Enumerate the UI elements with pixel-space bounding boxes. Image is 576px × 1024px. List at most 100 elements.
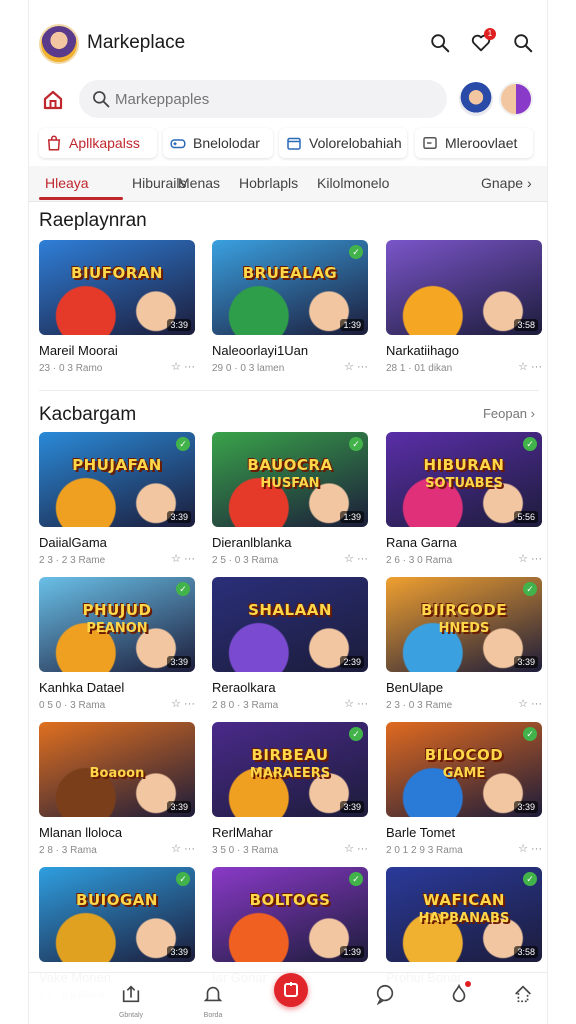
nav-scroll-top[interactable] bbox=[503, 983, 543, 1010]
game-card[interactable]: BIIRGODE HNEDS ✓ 3:39 BenUlape 2 3 · 0 3 Rame… bbox=[386, 577, 542, 711]
duration-badge: 3:39 bbox=[167, 946, 191, 958]
game-thumbnail[interactable]: WAFICAN HAPBANABS ✓ 3:58 bbox=[386, 867, 542, 962]
star-icon[interactable]: ☆ bbox=[344, 553, 354, 565]
game-thumbnail[interactable]: PHUJUD PEANON ✓ 3:39 bbox=[39, 577, 195, 672]
thumbnail-title: BRUEALAG bbox=[242, 264, 338, 282]
create-button[interactable] bbox=[274, 973, 308, 1007]
game-thumbnail[interactable]: BIIRGODE HNEDS ✓ 3:39 bbox=[386, 577, 542, 672]
game-meta: 3 5 0 · 3 Rama bbox=[212, 845, 279, 856]
tab-more[interactable]: Gnape › bbox=[481, 175, 532, 191]
nav-trending[interactable] bbox=[439, 983, 479, 1010]
nav-upload[interactable]: Gbntaly bbox=[111, 983, 151, 1019]
nav-chat[interactable] bbox=[365, 983, 405, 1010]
more-icon[interactable]: ··· bbox=[184, 843, 195, 855]
game-thumbnail[interactable]: BOLTOGS ✓ 1:39 bbox=[212, 867, 368, 962]
game-card[interactable]: BRUEALAG ✓ 1:39 Naleoorlayi1Uan 29 0 · 0 3 l… bbox=[212, 240, 368, 374]
tab-bar: Hleaya Hiburails Menas Hobrlapls Kilolmo… bbox=[29, 166, 547, 202]
game-card[interactable]: SHALAAN 2:39 Reraolkara 2 8 0 · 3 Rama ☆ ··· bbox=[212, 577, 368, 711]
star-icon[interactable]: ☆ bbox=[344, 698, 354, 710]
more-icon[interactable]: ··· bbox=[357, 698, 368, 710]
game-card[interactable]: 3:58 Narkatiihago 28 1 · 01 dikan ☆ ··· bbox=[386, 240, 542, 374]
game-thumbnail[interactable]: 3:58 bbox=[386, 240, 542, 335]
more-icon[interactable]: ··· bbox=[357, 843, 368, 855]
nav-bell[interactable]: Borda bbox=[193, 983, 233, 1019]
game-meta: 2 3 · 2 3 Rame bbox=[39, 555, 106, 566]
app-header: Markeplace 1 bbox=[29, 18, 547, 70]
search-icon[interactable] bbox=[512, 32, 534, 54]
game-thumbnail[interactable]: PHUJAFAN ✓ 3:39 bbox=[39, 432, 195, 527]
game-card[interactable]: BILOCOD GAME ✓ 3:39 Barle Tomet 2 0 1 2 9 3 R… bbox=[386, 722, 542, 856]
thumbnail-title: WAFICAN bbox=[423, 891, 505, 909]
game-thumbnail[interactable]: Boaoon 3:39 bbox=[39, 722, 195, 817]
duration-badge: 3:39 bbox=[167, 656, 191, 668]
game-card[interactable]: Boaoon 3:39 Mlanan lloloca 2 8 · 3 Rama ☆ ··… bbox=[39, 722, 195, 856]
game-title: BenUlape bbox=[386, 680, 444, 695]
game-title: Narkatiihago bbox=[386, 343, 459, 358]
more-icon[interactable]: ··· bbox=[531, 698, 542, 710]
profile-avatar[interactable] bbox=[459, 82, 493, 116]
more-icon[interactable]: ··· bbox=[357, 361, 368, 373]
chevron-right-icon: › bbox=[530, 406, 535, 421]
chip-apps[interactable]: Apllkapalss bbox=[39, 128, 157, 158]
game-thumbnail[interactable]: BAUOCRA HUSFAN ✓ 1:39 bbox=[212, 432, 368, 527]
thumbnail-subtitle: SOTUABES bbox=[425, 476, 503, 491]
game-meta: 2 0 1 2 9 3 Rama bbox=[386, 845, 463, 856]
star-icon[interactable]: ☆ bbox=[344, 843, 354, 855]
game-card[interactable]: BIRBEAU MARAEERS ✓ 3:39 RerlMahar 3 5 0 · 3 R… bbox=[212, 722, 368, 856]
game-card[interactable]: PHUJUD PEANON ✓ 3:39 Kanhka Datael 0 5 0 · 3 … bbox=[39, 577, 195, 711]
star-icon[interactable]: ☆ bbox=[518, 698, 528, 710]
search-icon[interactable] bbox=[429, 32, 451, 54]
star-icon[interactable]: ☆ bbox=[171, 843, 181, 855]
tab-4[interactable]: Kilolmonelo bbox=[317, 175, 389, 191]
more-icon[interactable]: ··· bbox=[184, 553, 195, 565]
tab-3[interactable]: Hobrlapls bbox=[239, 175, 298, 191]
star-icon[interactable]: ☆ bbox=[518, 361, 528, 373]
game-title: Kanhka Datael bbox=[39, 680, 125, 695]
star-icon[interactable]: ☆ bbox=[518, 843, 528, 855]
game-thumbnail[interactable]: BRUEALAG ✓ 1:39 bbox=[212, 240, 368, 335]
gamepad-icon bbox=[170, 139, 186, 149]
chip-games[interactable]: Bnelolodar bbox=[163, 128, 273, 158]
game-card[interactable]: HIBURAN SOTUABES ✓ 5:56 Rana Garna 2 6 · 3 0 … bbox=[386, 432, 542, 566]
more-icon[interactable]: ··· bbox=[531, 843, 542, 855]
game-card[interactable]: WAFICANHAPBANABS✓3:58Prohul Bonar☆ ··· bbox=[386, 867, 542, 1000]
see-all-label: Feopan bbox=[482, 406, 528, 421]
user-avatar[interactable] bbox=[39, 24, 79, 64]
home-icon[interactable] bbox=[41, 88, 65, 112]
tab-2[interactable]: Menas bbox=[178, 175, 220, 191]
game-thumbnail[interactable]: BIUFORAN 3:39 bbox=[39, 240, 195, 335]
chip-windows[interactable]: Mleroovlaet bbox=[415, 128, 533, 158]
game-card[interactable]: BIUFORAN 3:39 Mareil Moorai 23 · 0 3 Ramo ☆ … bbox=[39, 240, 195, 374]
verified-check-icon: ✓ bbox=[176, 872, 190, 886]
game-thumbnail[interactable]: BILOCOD GAME ✓ 3:39 bbox=[386, 722, 542, 817]
search-input[interactable] bbox=[115, 80, 435, 118]
game-card[interactable]: PHUJAFAN ✓ 3:39 DaiialGama 2 3 · 2 3 Rame ☆ ·… bbox=[39, 432, 195, 566]
more-icon[interactable]: ··· bbox=[184, 361, 195, 373]
star-icon[interactable]: ☆ bbox=[171, 698, 181, 710]
card-actions: ☆ ··· bbox=[171, 842, 195, 855]
game-card[interactable]: BOLTOGS✓1:39Iar Gonar☆ ··· bbox=[212, 867, 368, 1000]
star-icon[interactable]: ☆ bbox=[344, 361, 354, 373]
game-thumbnail[interactable]: BUIOGAN ✓ 3:39 bbox=[39, 867, 195, 962]
see-all-link[interactable]: Feopan › bbox=[483, 406, 535, 421]
game-thumbnail[interactable]: SHALAAN 2:39 bbox=[212, 577, 368, 672]
star-icon[interactable]: ☆ bbox=[171, 361, 181, 373]
more-icon[interactable]: ··· bbox=[184, 698, 195, 710]
star-icon[interactable]: ☆ bbox=[171, 553, 181, 565]
card-actions: ☆ ··· bbox=[344, 697, 368, 710]
star-icon[interactable]: ☆ bbox=[518, 553, 528, 565]
duration-badge: 1:39 bbox=[340, 511, 364, 523]
more-icon[interactable]: ··· bbox=[357, 553, 368, 565]
game-thumbnail[interactable]: BIRBEAU MARAEERS ✓ 3:39 bbox=[212, 722, 368, 817]
game-thumbnail[interactable]: HIBURAN SOTUABES ✓ 5:56 bbox=[386, 432, 542, 527]
search-bar[interactable] bbox=[79, 80, 447, 118]
chip-boxes[interactable]: Volorelobahiah bbox=[279, 128, 407, 158]
game-card[interactable]: BUIOGAN✓3:39Vake Monen2 2 · 0 5 Rame☆ ··… bbox=[39, 867, 195, 1001]
tab-0[interactable]: Hleaya bbox=[45, 175, 89, 191]
more-icon[interactable]: ··· bbox=[531, 361, 542, 373]
game-card[interactable]: BAUOCRA HUSFAN ✓ 1:39 Dieranlblanka 2 5 · 0 3… bbox=[212, 432, 368, 566]
thumbnail-subtitle: MARAEERS bbox=[249, 766, 331, 781]
friends-avatar[interactable] bbox=[499, 82, 533, 116]
favorites-button[interactable]: 1 bbox=[470, 28, 496, 54]
more-icon[interactable]: ··· bbox=[531, 553, 542, 565]
